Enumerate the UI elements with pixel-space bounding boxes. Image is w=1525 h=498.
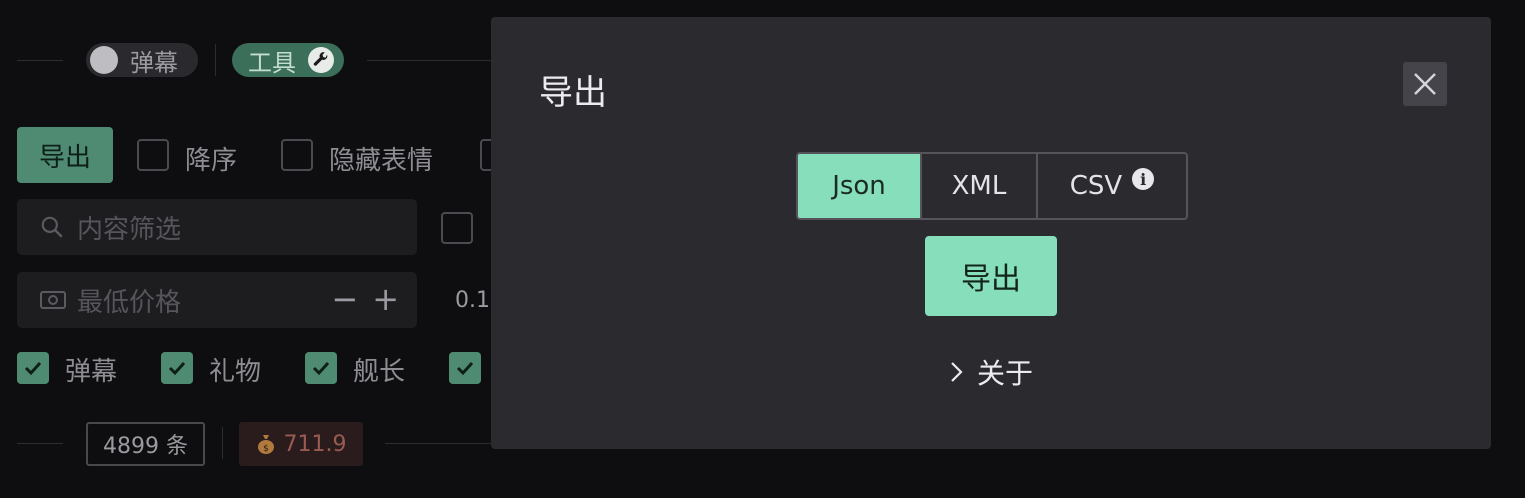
export-button[interactable]: 导出 — [17, 127, 113, 183]
type-checkbox[interactable] — [449, 352, 481, 384]
chevron-right-icon — [951, 362, 963, 382]
money-badge: $ 711.9 — [239, 422, 363, 466]
divider — [385, 443, 491, 444]
descending-checkbox[interactable] — [137, 139, 169, 171]
descending-label: 降序 — [185, 146, 238, 176]
min-price-placeholder: 最低价格 — [77, 287, 182, 318]
about-label: 关于 — [977, 357, 1034, 390]
tools-toggle[interactable]: 工具 — [232, 43, 344, 77]
captain-type-checkbox[interactable] — [305, 352, 337, 384]
format-xml[interactable]: XML — [920, 154, 1036, 218]
count-badge: 4899 条 — [86, 422, 205, 466]
price-value: 0.1 — [455, 288, 490, 313]
money-value: 711.9 — [283, 431, 347, 457]
check-icon — [312, 361, 330, 376]
check-icon — [456, 361, 474, 376]
gift-type-label: 礼物 — [209, 357, 262, 387]
dialog-title: 导出 — [539, 73, 607, 113]
wrench-icon — [308, 47, 334, 73]
info-icon[interactable]: i — [1132, 168, 1155, 190]
tools-toggle-label: 工具 — [248, 48, 296, 77]
close-button[interactable] — [1403, 62, 1447, 106]
dialog-export-button[interactable]: 导出 — [925, 236, 1057, 316]
moneybag-icon: $ — [257, 435, 274, 454]
money-icon — [40, 291, 66, 309]
content-filter-placeholder: 内容筛选 — [77, 214, 182, 245]
hide-emoji-label: 隐藏表情 — [329, 146, 434, 176]
divider — [367, 60, 491, 61]
price-stepper: − + — [331, 282, 399, 316]
close-icon — [1414, 73, 1436, 95]
check-icon — [168, 361, 186, 376]
divider — [222, 427, 223, 459]
format-json[interactable]: Json — [798, 154, 920, 218]
danmu-type-checkbox[interactable] — [17, 352, 49, 384]
format-selector: Json XML CSV i — [796, 152, 1188, 220]
danmu-type-label: 弹幕 — [65, 357, 118, 387]
export-dialog: 导出 Json XML CSV i 导出 关于 — [491, 17, 1491, 449]
danmu-toggle[interactable]: 弹幕 — [86, 43, 198, 77]
captain-type-label: 舰长 — [353, 357, 406, 387]
divider — [215, 44, 216, 76]
danmu-toggle-label: 弹幕 — [130, 48, 178, 77]
about-toggle[interactable]: 关于 — [949, 352, 1033, 392]
content-filter-input[interactable]: 内容筛选 — [17, 199, 417, 255]
divider — [17, 60, 63, 61]
gift-type-checkbox[interactable] — [161, 352, 193, 384]
filter-option-checkbox[interactable] — [441, 212, 473, 244]
search-icon — [41, 216, 63, 238]
toggle-knob — [90, 46, 118, 74]
format-csv-label: CSV — [1069, 171, 1123, 201]
min-price-input[interactable]: 最低价格 − + — [17, 272, 417, 328]
check-icon — [24, 361, 42, 376]
format-csv[interactable]: CSV i — [1036, 154, 1186, 218]
increment-button[interactable]: + — [372, 282, 399, 316]
decrement-button[interactable]: − — [331, 282, 358, 316]
hide-emoji-checkbox[interactable] — [281, 139, 313, 171]
svg-text:$: $ — [263, 444, 269, 454]
divider — [17, 443, 63, 444]
